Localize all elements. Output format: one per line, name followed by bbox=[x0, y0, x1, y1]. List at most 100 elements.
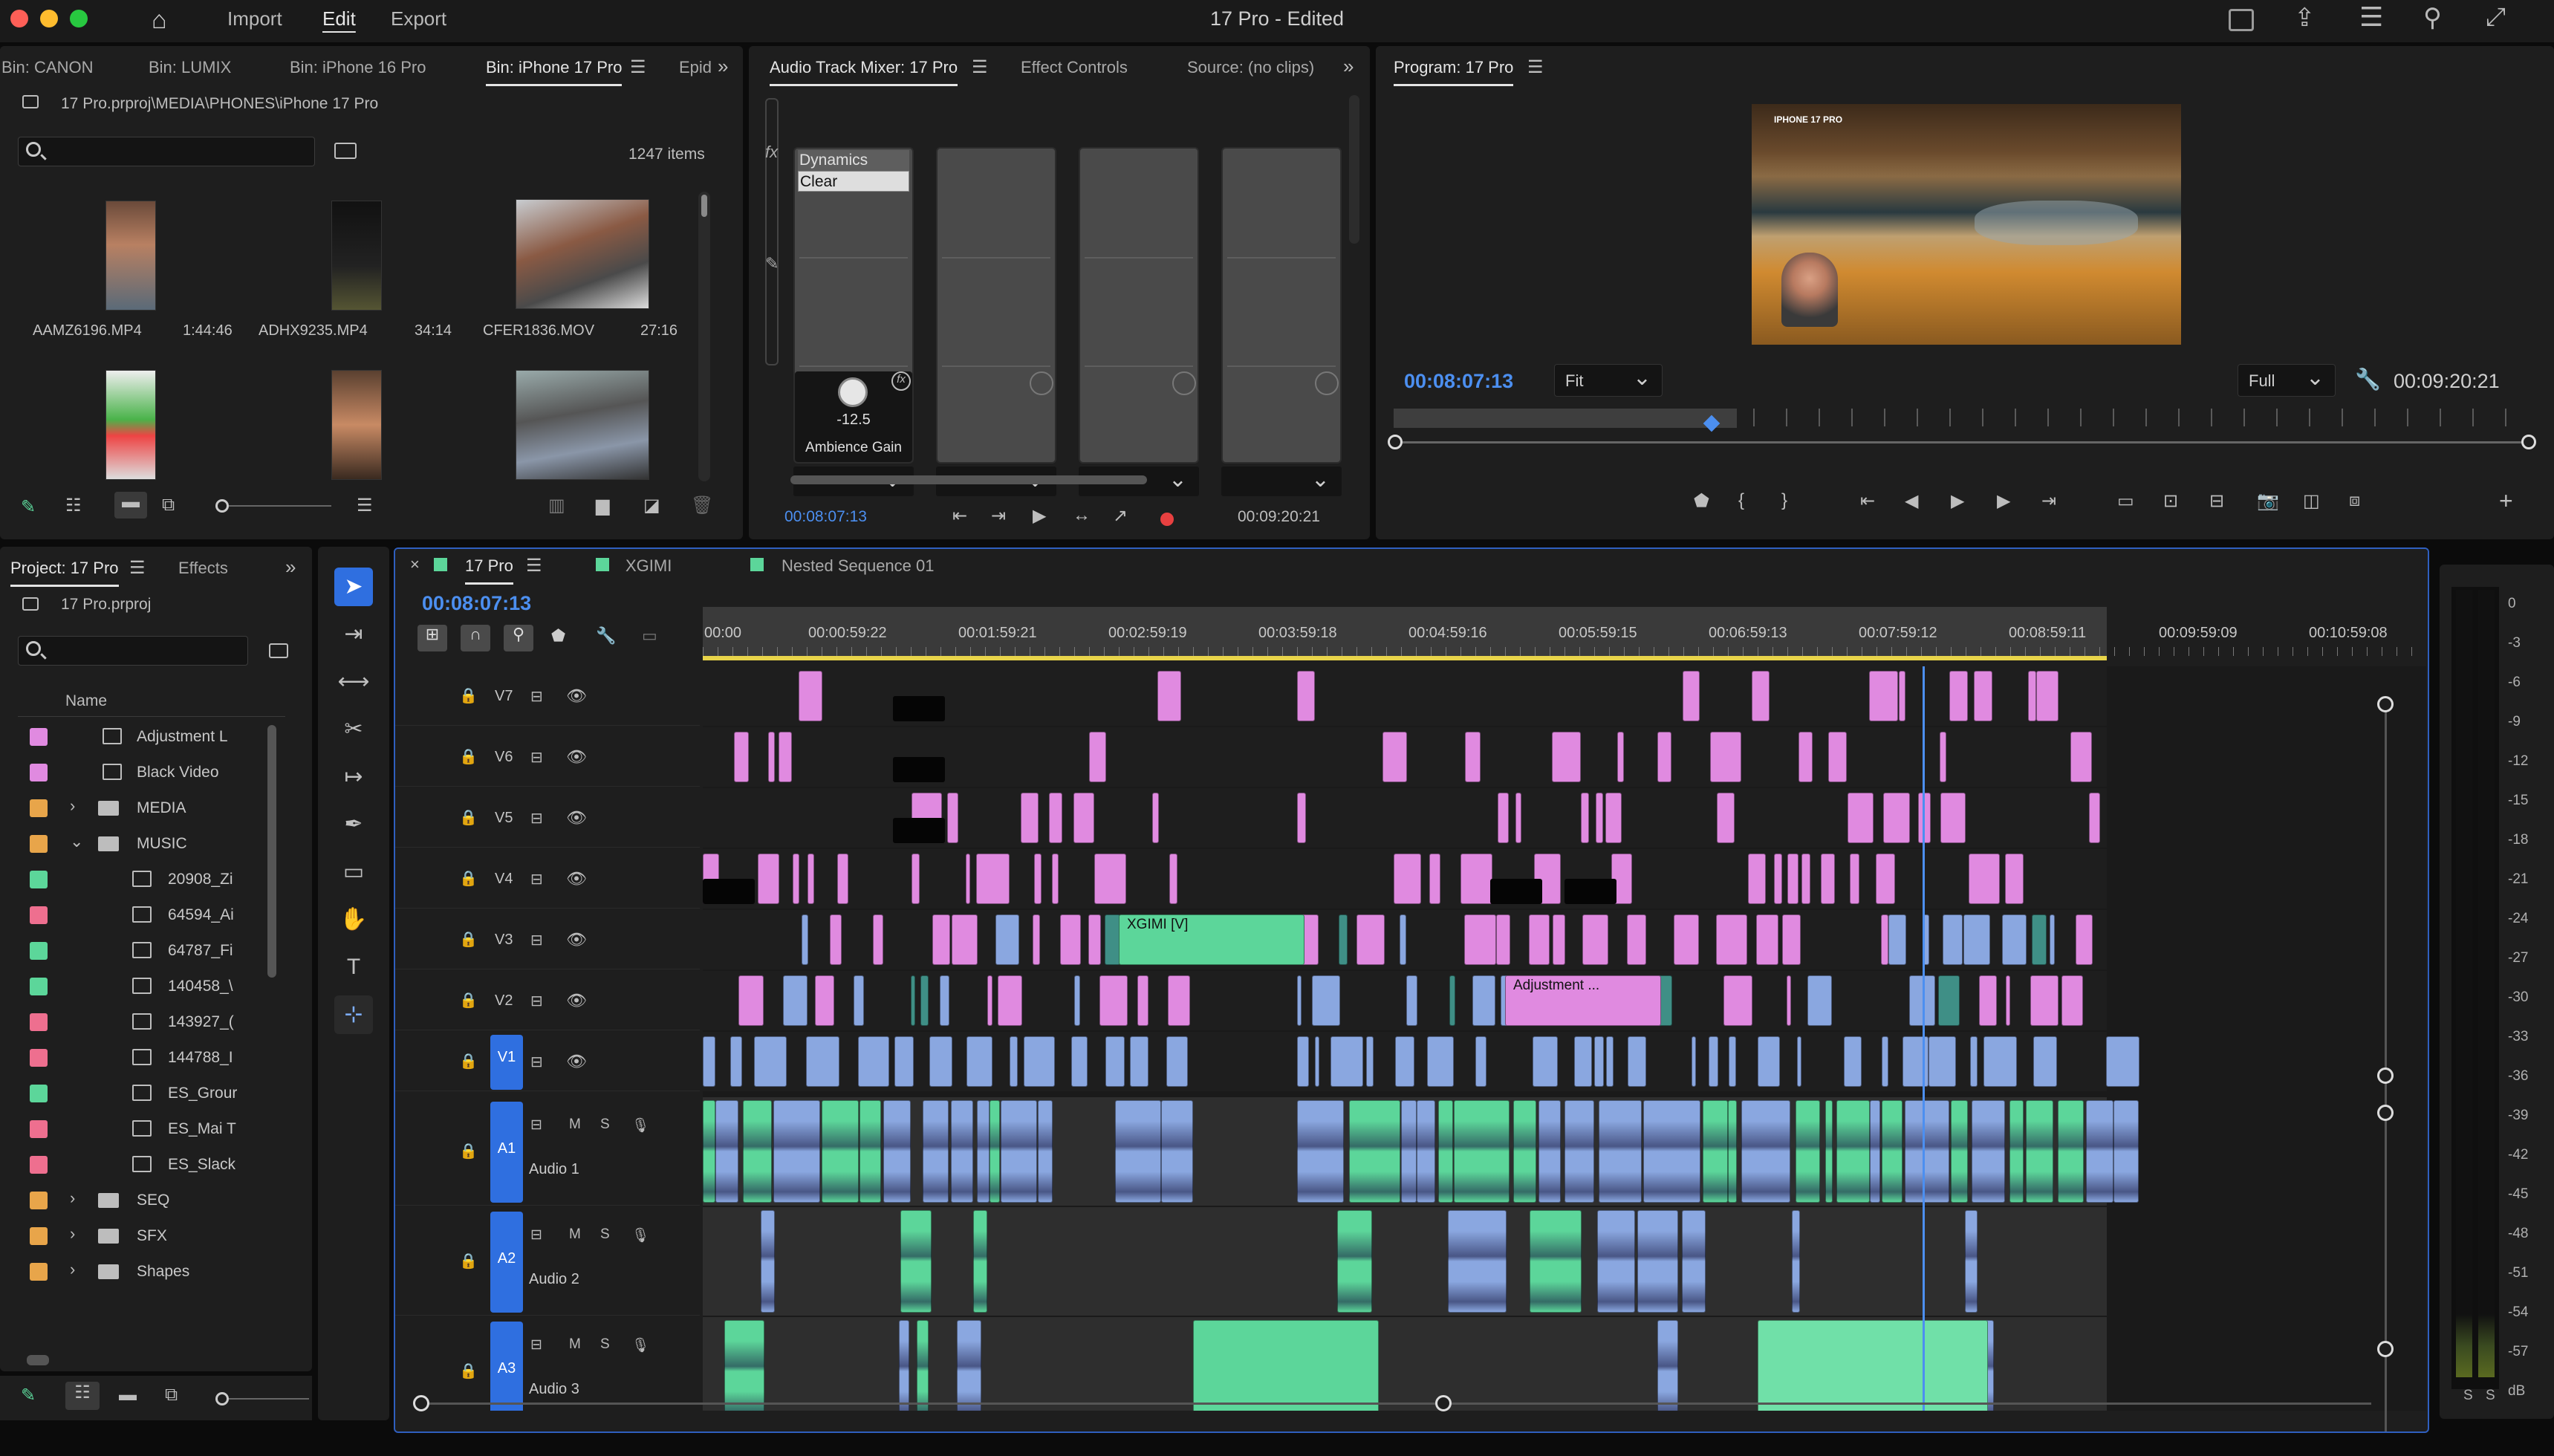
timeline-clip[interactable] bbox=[1356, 914, 1385, 965]
timeline-clip[interactable] bbox=[1168, 975, 1190, 1026]
project-item[interactable]: 64594_Ai bbox=[0, 897, 245, 933]
timeline-clip[interactable] bbox=[734, 732, 749, 782]
timeline-clip[interactable] bbox=[1787, 975, 1791, 1026]
project-item[interactable]: 143927_( bbox=[0, 1004, 245, 1040]
timeline-clip[interactable] bbox=[854, 975, 864, 1026]
timeline-clip[interactable] bbox=[1594, 1036, 1604, 1087]
timeline-clip[interactable] bbox=[1729, 1036, 1736, 1087]
clip-black-fill[interactable] bbox=[1490, 879, 1542, 904]
export-frame-icon[interactable]: 📷 bbox=[2257, 490, 2279, 512]
timeline-clip[interactable] bbox=[1963, 914, 1990, 965]
audio-clip[interactable] bbox=[883, 1100, 911, 1203]
timeline-clip[interactable] bbox=[1330, 1036, 1363, 1087]
timeline-clip[interactable] bbox=[920, 975, 929, 1026]
timeline-clip[interactable] bbox=[1496, 914, 1510, 965]
eye-icon[interactable]: 👁 bbox=[566, 991, 587, 1010]
extract-icon[interactable]: ⊟ bbox=[2209, 490, 2224, 512]
timeline-clip[interactable] bbox=[2061, 975, 2083, 1026]
captions-icon[interactable]: ▭ bbox=[642, 626, 657, 646]
step-forward-icon[interactable]: ▶ bbox=[1997, 490, 2010, 512]
toggle-sync-icon[interactable]: ⊟ bbox=[530, 931, 543, 949]
label-color-swatch[interactable] bbox=[30, 1085, 48, 1102]
timeline-clip[interactable] bbox=[873, 914, 883, 965]
pen-tool-icon[interactable]: ✒ bbox=[334, 805, 373, 844]
toggle-sync-icon[interactable]: ⊟ bbox=[530, 1226, 542, 1244]
timeline-clip[interactable] bbox=[966, 854, 970, 904]
solo-button[interactable]: S bbox=[600, 1117, 610, 1133]
timeline-clip[interactable] bbox=[1339, 914, 1348, 965]
label-color-swatch[interactable] bbox=[30, 764, 48, 781]
lock-icon[interactable]: 🔒 bbox=[459, 930, 478, 949]
timeline-clip[interactable] bbox=[1617, 732, 1624, 782]
track-header-a2[interactable]: 🔒 A2 ⊟ M S 🎙 Audio 2 bbox=[395, 1207, 700, 1316]
audio-clip[interactable] bbox=[1825, 1100, 1833, 1203]
timeline-clip[interactable] bbox=[1807, 975, 1832, 1026]
mixer-current-timecode[interactable]: 00:08:07:13 bbox=[784, 508, 867, 526]
step-back-icon[interactable]: ◀ bbox=[1905, 490, 1918, 512]
slip-tool-icon[interactable]: ↦ bbox=[334, 758, 373, 796]
timeline-clip[interactable] bbox=[758, 854, 779, 904]
close-window-button[interactable] bbox=[10, 10, 28, 27]
eye-icon[interactable]: 👁 bbox=[566, 808, 587, 828]
linked-selection-icon[interactable]: ⚲ bbox=[504, 625, 533, 651]
go-to-out-icon[interactable]: ⇥ bbox=[2041, 490, 2056, 512]
new-bin-icon[interactable]: ▆ bbox=[596, 495, 609, 516]
audio-clip[interactable] bbox=[1728, 1100, 1737, 1203]
safe-margins-icon[interactable]: ▭ bbox=[2117, 490, 2134, 512]
timeline-clip[interactable] bbox=[2033, 1036, 2057, 1087]
tab-bin-iphone16[interactable]: Bin: iPhone 16 Pro bbox=[290, 58, 426, 77]
timeline-clip[interactable] bbox=[1137, 975, 1148, 1026]
track-label[interactable]: V4 bbox=[495, 871, 513, 888]
track-header-v1[interactable]: 🔒 V1 ⊟ 👁 bbox=[395, 1032, 700, 1091]
fullscreen-icon[interactable]: ⤢ bbox=[2486, 3, 2506, 32]
adjustment-clip[interactable]: Adjustment ... bbox=[1505, 975, 1661, 1026]
timeline-clip[interactable] bbox=[1552, 732, 1581, 782]
audio-clip[interactable] bbox=[951, 1100, 973, 1203]
timeline-clip[interactable] bbox=[730, 1036, 742, 1087]
new-search-bin-icon[interactable] bbox=[334, 143, 357, 159]
hand-tool-icon[interactable]: ✋ bbox=[334, 900, 373, 939]
track-header-v3[interactable]: 🔒 V3 ⊟ 👁 bbox=[395, 910, 700, 969]
project-item[interactable]: Black Video bbox=[0, 755, 245, 790]
audio-clip[interactable] bbox=[1337, 1210, 1372, 1313]
snap-icon[interactable]: ∩ bbox=[461, 625, 490, 651]
audio-clip[interactable] bbox=[1703, 1100, 1728, 1203]
mark-in-icon[interactable]: { bbox=[1738, 490, 1744, 511]
audio-clip[interactable] bbox=[1972, 1100, 2005, 1203]
solo-left-button[interactable]: S bbox=[2463, 1388, 2473, 1404]
go-to-in-icon[interactable]: ⇤ bbox=[952, 505, 967, 527]
audio-clip[interactable] bbox=[860, 1100, 881, 1203]
maximize-window-button[interactable] bbox=[70, 10, 88, 27]
timeline-clip[interactable] bbox=[1692, 1036, 1696, 1087]
timeline-clip[interactable] bbox=[1582, 914, 1608, 965]
timeline-clip[interactable] bbox=[1460, 854, 1492, 904]
scroll-handle[interactable] bbox=[2377, 1067, 2394, 1084]
pencil-icon[interactable]: ✎ bbox=[21, 1385, 36, 1406]
mixer-channel-2[interactable] bbox=[936, 147, 1056, 464]
xgimi-clip[interactable]: XGIMI [V] bbox=[1119, 914, 1304, 965]
timeline-clip[interactable] bbox=[1787, 854, 1798, 904]
clip-black-fill[interactable] bbox=[1564, 879, 1616, 904]
timeline-clip[interactable] bbox=[1943, 914, 1963, 965]
project-item[interactable]: 144788_I bbox=[0, 1040, 245, 1076]
timeline-clip[interactable] bbox=[1596, 793, 1603, 843]
track-label[interactable]: V5 bbox=[495, 810, 513, 827]
timeline-clip[interactable] bbox=[1297, 793, 1306, 843]
timeline-clip[interactable] bbox=[1089, 732, 1106, 782]
timeline-clip[interactable] bbox=[1844, 1036, 1862, 1087]
timeline-clip[interactable] bbox=[1717, 793, 1735, 843]
timeline-clip[interactable] bbox=[1315, 1036, 1319, 1087]
program-video-frame[interactable]: IPHONE 17 PRO bbox=[1752, 104, 2181, 345]
timeline-clip[interactable] bbox=[1657, 732, 1671, 782]
minimize-window-button[interactable] bbox=[40, 10, 58, 27]
timeline-clip[interactable] bbox=[1449, 975, 1455, 1026]
freeform-view-icon[interactable]: ⧉ bbox=[162, 495, 175, 516]
timeline-clip[interactable] bbox=[966, 1036, 992, 1087]
audio-clip[interactable] bbox=[900, 1210, 932, 1313]
gain-knob[interactable] bbox=[838, 377, 868, 407]
timeline-clip[interactable] bbox=[932, 914, 950, 965]
clip-thumbnail[interactable] bbox=[105, 201, 156, 311]
timeline-clip[interactable] bbox=[1797, 1036, 1801, 1087]
mark-out-icon[interactable]: } bbox=[1781, 490, 1787, 511]
timeline-clip[interactable] bbox=[947, 793, 958, 843]
